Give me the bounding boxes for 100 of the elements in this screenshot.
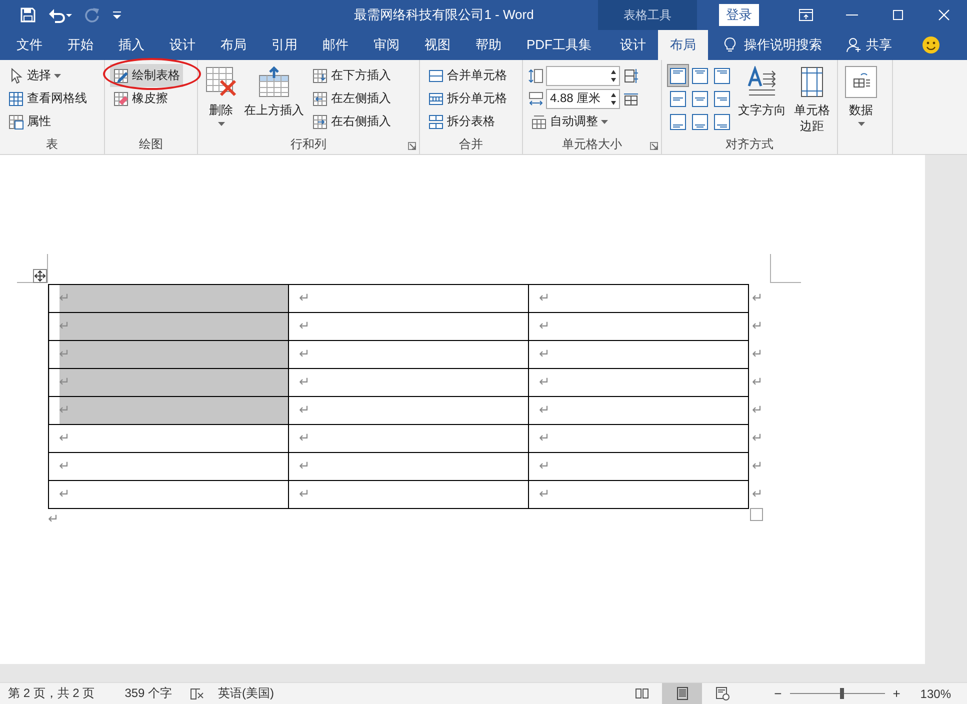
ribbon-button[interactable]: 拆分单元格 [425,87,510,110]
paragraph-mark: ↵ [538,319,550,334]
paragraph-mark: ↵ [538,347,550,362]
ribbon-tab[interactable]: 设计 [608,30,658,60]
ribbon-tab[interactable]: 邮件 [310,30,361,60]
table-resize-handle[interactable] [750,508,763,521]
language-status[interactable]: 英语(美国) [218,685,274,702]
alignment-icon [692,68,708,84]
ribbon-button[interactable]: 在右侧插入 [309,110,394,133]
caret-icon [858,122,864,126]
slider-thumb[interactable] [840,688,844,699]
ribbon-button[interactable]: 橡皮擦 [110,87,171,110]
alignment-icon [692,90,708,106]
login-button[interactable]: 登录 [719,4,759,26]
lightbulb-icon[interactable] [724,37,736,53]
delete-table-icon [205,66,237,98]
ribbon-button[interactable]: 属性 [5,110,54,133]
spinner-icon[interactable] [610,92,617,106]
paragraph-mark: ↵ [58,347,70,362]
paragraph-mark: ↵ [58,431,70,446]
ribbon-tab[interactable]: 审阅 [361,30,412,60]
paragraph-mark: ↵ [298,291,310,306]
insert-left-icon [312,90,328,106]
ribbon-tab[interactable]: 布局 [208,30,259,60]
ribbon-tab[interactable]: 帮助 [463,30,514,60]
dialog-launcher-icon[interactable] [650,142,658,150]
table-move-handle-icon[interactable] [33,269,47,283]
proofing-icon[interactable] [190,686,204,700]
spinner-icon[interactable] [610,68,617,82]
zoom-level[interactable]: 130% [920,686,951,700]
alignment-icon [714,68,730,84]
share-button[interactable]: 共享 [866,36,892,54]
ribbon-tab[interactable]: 布局 [658,30,708,60]
row-end-mark: ↵ [752,487,763,502]
group-label: 对齐方式 [724,136,774,152]
align-button[interactable] [667,64,689,87]
distribute-rows-icon[interactable] [623,68,639,84]
ribbon-tab[interactable]: 引用 [259,30,310,60]
paragraph-mark: ↵ [298,459,310,474]
ribbon-button[interactable]: 拆分表格 [425,110,498,133]
ribbon-button[interactable]: 自动调整 [528,110,611,133]
alignment-icon [714,114,730,130]
paragraph-mark: ↵ [58,403,70,418]
split-table-icon [428,114,444,130]
paragraph-mark: ↵ [298,431,310,446]
tell-me-search[interactable]: 操作说明搜索 [744,36,822,54]
ribbon-tab[interactable]: 插入 [106,30,157,60]
group-label: 单元格大小 [561,136,623,152]
insert-above-icon [258,66,290,98]
close-icon[interactable] [936,7,952,23]
row-end-mark: ↵ [752,375,763,390]
ribbon-button[interactable]: 数据 [843,64,879,128]
zoom-out-button[interactable]: − [768,686,788,701]
zoom-slider[interactable] [790,688,885,699]
paragraph-mark: ↵ [58,319,70,334]
size-field[interactable]: 4.88 厘米 [546,88,620,108]
ribbon-button[interactable]: 文字方向 [736,64,788,120]
ribbon-tab[interactable]: 文件 [4,30,55,60]
ribbon-button[interactable]: 删除 [203,64,239,128]
insert-below-icon [312,68,328,84]
group-label: 合并 [458,136,484,152]
dialog-launcher-icon[interactable] [408,142,416,150]
smiley-icon[interactable] [922,36,940,54]
ribbon-button[interactable]: 在左侧插入 [309,87,394,110]
maximize-icon[interactable] [890,7,906,23]
row-end-mark: ↵ [752,459,763,474]
paragraph-mark: ↵ [538,291,550,306]
ribbon-tab[interactable]: 设计 [157,30,208,60]
word-count[interactable]: 359 个字 [124,685,172,702]
page-count: 第 2 页，共 2 页 [8,685,95,702]
customize-toolbar-icon[interactable] [112,10,122,20]
window-title: 最需网络科技有限公司1 - Word [353,6,535,24]
print-layout-icon [674,686,690,701]
paragraph-mark: ↵ [298,375,310,390]
ribbon-button[interactable]: 查看网格线 [5,87,90,110]
paragraph-mark: ↵ [58,487,70,502]
alignment-icon [692,114,708,130]
distribute-columns-icon[interactable] [623,90,639,106]
undo-icon[interactable] [48,7,72,23]
ribbon-tab[interactable]: 开始 [55,30,106,60]
ribbon-tab[interactable]: 视图 [412,30,463,60]
save-icon[interactable] [20,7,36,23]
ribbon-button[interactable]: 选择 [5,64,64,87]
ribbon-button[interactable]: 在下方插入 [309,64,394,87]
ribbon-display-icon[interactable] [798,7,814,23]
alignment-icon [714,90,730,106]
view-button[interactable] [662,683,702,704]
ribbon-button[interactable]: 在上方插入 [242,64,306,120]
ribbon-button[interactable]: 单元格边距 [791,64,833,136]
autofit-icon [531,114,547,130]
size-field[interactable] [546,66,620,86]
person-add-icon[interactable] [846,37,862,53]
zoom-in-button[interactable]: + [886,686,906,701]
caret-icon [218,122,224,126]
ribbon-button[interactable]: 合并单元格 [425,64,510,87]
paragraph-mark: ↵ [58,375,70,390]
table-tools-label: 表格工具 [598,0,697,30]
ribbon-button[interactable]: 绘制表格 [110,64,183,87]
ribbon-tab[interactable]: PDF工具集 [514,30,604,60]
paragraph-mark: ↵ [48,512,59,527]
